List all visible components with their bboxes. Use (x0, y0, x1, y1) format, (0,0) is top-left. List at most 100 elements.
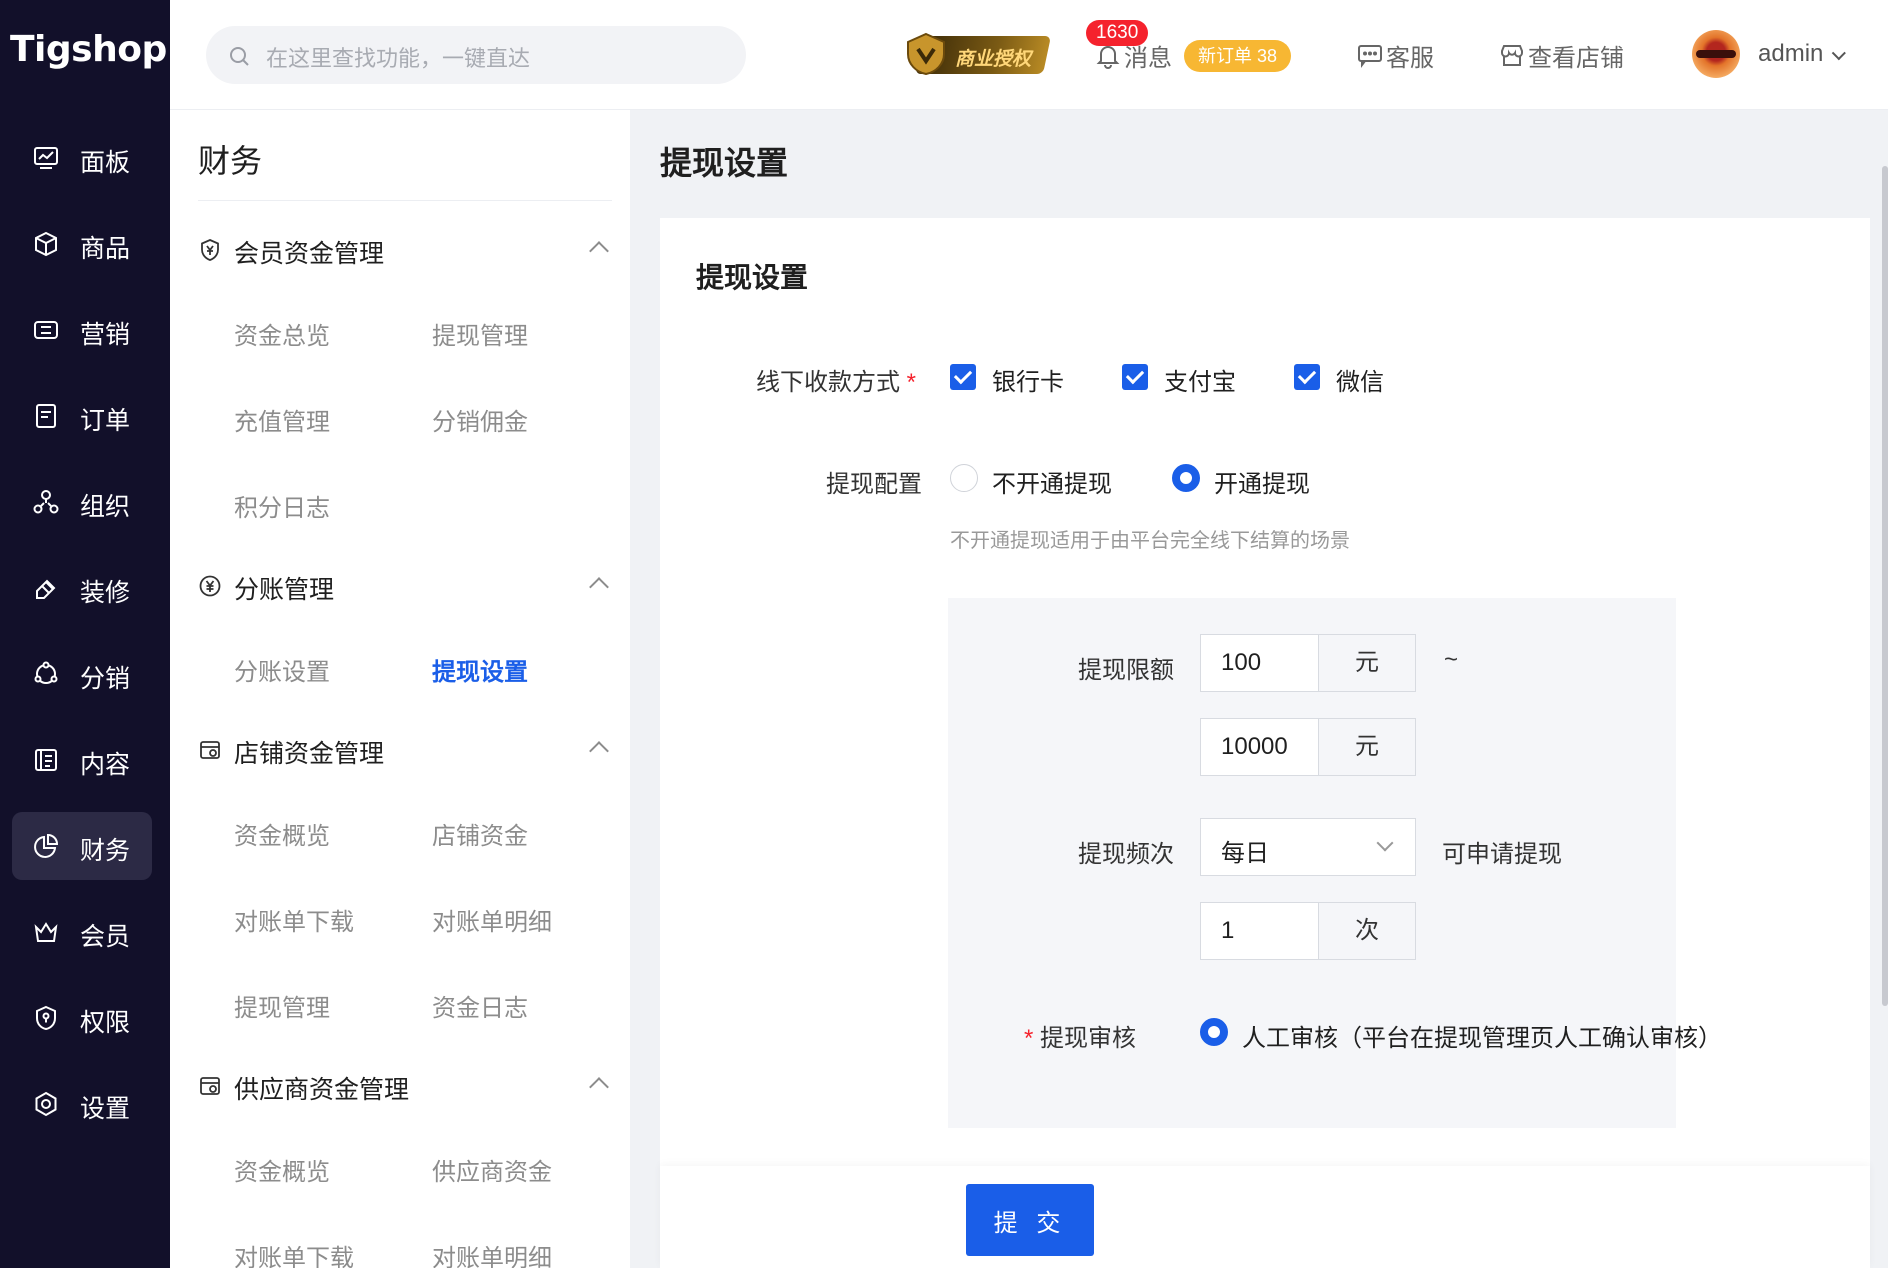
nav-item-distribution[interactable]: 分销 (12, 640, 152, 708)
submenu-item-active[interactable]: 提现设置 (432, 652, 528, 687)
submenu-item[interactable]: 提现管理 (234, 988, 330, 1023)
user-menu[interactable]: admin (1758, 40, 1847, 68)
nav-item-decoration[interactable]: 装修 (12, 554, 152, 622)
permission-shield-icon (32, 1004, 60, 1032)
form-footer: 提 交 (660, 1166, 1870, 1268)
avatar[interactable] (1692, 30, 1740, 78)
yuan-circle-icon (198, 574, 222, 598)
nav-item-dashboard[interactable]: 面板 (12, 124, 152, 192)
top-header: 在这里查找功能，一键直达 商业授权 消息 1630 新订单 38 客服 查看店铺… (170, 0, 1888, 110)
submenu-item[interactable]: 资金总览 (234, 316, 330, 351)
nav-label: 内容 (80, 751, 131, 779)
frequency-times-value[interactable]: 1 (1201, 903, 1319, 959)
enable-withdraw-radio[interactable] (1172, 464, 1200, 492)
submenu-item[interactable]: 对账单下载 (234, 902, 354, 937)
nav-item-products[interactable]: 商品 (12, 210, 152, 278)
group-supplier-funds[interactable]: 供应商资金管理 (198, 1066, 612, 1106)
submenu-item[interactable]: 店铺资金 (432, 816, 528, 851)
submenu-item[interactable]: 分销佣金 (432, 402, 528, 437)
limit-max-input[interactable]: 10000 元 (1200, 718, 1416, 776)
submenu-item[interactable]: 供应商资金 (432, 1152, 552, 1187)
submenu-item[interactable]: 积分日志 (234, 488, 330, 523)
nav-label: 分销 (80, 665, 131, 693)
manual-review-radio[interactable] (1200, 1018, 1228, 1046)
disable-withdraw-radio[interactable] (950, 464, 978, 492)
submenu-item[interactable]: 资金概览 (234, 816, 330, 851)
submenu-item[interactable]: 充值管理 (234, 402, 330, 437)
nav-label: 权限 (80, 1009, 131, 1037)
settings-icon (32, 1090, 60, 1118)
dashboard-icon (32, 144, 60, 172)
alipay-option[interactable]: 支付宝 (1164, 362, 1236, 397)
submit-button[interactable]: 提 交 (966, 1184, 1094, 1256)
limit-min-unit: 元 (1319, 635, 1415, 691)
wechat-checkbox[interactable] (1294, 364, 1320, 390)
limit-max-value[interactable]: 10000 (1201, 719, 1319, 775)
nav-item-content[interactable]: 内容 (12, 726, 152, 794)
nav-label: 营销 (80, 321, 131, 349)
bank-card-checkbox[interactable] (950, 364, 976, 390)
manual-review-option[interactable]: 人工审核（平台在提现管理页人工确认审核） (1242, 1018, 1722, 1053)
nav-item-finance[interactable]: 财务 (12, 812, 152, 880)
nav-item-settings[interactable]: 设置 (12, 1070, 152, 1138)
group-split-account[interactable]: 分账管理 (198, 566, 612, 606)
enable-withdraw-option[interactable]: 开通提现 (1214, 464, 1310, 499)
offline-methods-label: 线下收款方式 * (756, 369, 917, 396)
group-store-funds[interactable]: 店铺资金管理 (198, 730, 612, 770)
chat-icon (1358, 45, 1382, 68)
distribution-icon (32, 660, 60, 688)
marketing-icon (32, 316, 60, 344)
nav-item-marketing[interactable]: 营销 (12, 296, 152, 364)
page-scrollbar[interactable] (1882, 166, 1888, 1006)
username: admin (1758, 40, 1824, 67)
limit-max-unit: 元 (1319, 719, 1415, 775)
group-label: 供应商资金管理 (234, 1076, 410, 1104)
nav-label: 组织 (80, 493, 131, 521)
content-icon (32, 746, 60, 774)
customer-service-link[interactable]: 客服 (1356, 38, 1434, 72)
limit-label: 提现限额 (1078, 657, 1174, 684)
supplier-funds-icon (198, 1074, 222, 1098)
nav-item-organization[interactable]: 组织 (12, 468, 152, 536)
submenu-item[interactable]: 提现管理 (432, 316, 528, 351)
nav-label: 订单 (80, 407, 131, 435)
search-input[interactable] (206, 26, 746, 84)
finance-submenu: 财务 会员资金管理 资金总览 提现管理 充值管理 分销佣金 积分日志 分账管理 … (170, 110, 630, 1268)
submenu-item[interactable]: 对账单明细 (432, 1238, 552, 1268)
limit-separator: ~ (1444, 646, 1459, 673)
nav-label: 财务 (80, 837, 131, 865)
group-member-funds[interactable]: 会员资金管理 (198, 230, 612, 270)
limit-min-input[interactable]: 100 元 (1200, 634, 1416, 692)
submenu-item[interactable]: 对账单下载 (234, 1238, 354, 1268)
disable-withdraw-option[interactable]: 不开通提现 (992, 464, 1112, 499)
frequency-times-input[interactable]: 1 次 (1200, 902, 1416, 960)
frequency-period-select[interactable]: 每日 (1200, 818, 1416, 876)
search-box[interactable]: 在这里查找功能，一键直达 (206, 26, 746, 84)
bank-card-option[interactable]: 银行卡 (992, 362, 1064, 397)
review-label: * 提现审核 (1024, 1025, 1137, 1052)
group-label: 店铺资金管理 (234, 740, 385, 768)
member-crown-icon (32, 918, 60, 946)
nav-item-orders[interactable]: 订单 (12, 382, 152, 450)
submenu-item[interactable]: 资金日志 (432, 988, 528, 1023)
limit-min-value[interactable]: 100 (1201, 635, 1319, 691)
view-store-link[interactable]: 查看店铺 (1498, 38, 1624, 72)
store-funds-icon (198, 738, 222, 762)
nav-label: 会员 (80, 923, 131, 951)
commercial-license-badge[interactable]: 商业授权 (905, 30, 1052, 78)
chevron-up-icon (589, 577, 609, 597)
new-order-badge[interactable]: 新订单 38 (1184, 40, 1292, 72)
alipay-checkbox[interactable] (1122, 364, 1148, 390)
submenu-item[interactable]: 资金概览 (234, 1152, 330, 1187)
submenu-item[interactable]: 对账单明细 (432, 902, 552, 937)
withdraw-detail-panel: 提现限额 100 元 ~ 10000 元 提现频次 每日 可申请提现 1 次 *… (948, 598, 1722, 1128)
store-icon (1501, 45, 1523, 66)
submenu-item[interactable]: 分账设置 (234, 652, 330, 687)
nav-item-members[interactable]: 会员 (12, 898, 152, 966)
tigshop-logo[interactable]: Tigshop (10, 28, 167, 78)
view-store-label: 查看店铺 (1528, 44, 1624, 72)
wechat-option[interactable]: 微信 (1336, 362, 1384, 397)
nav-label: 设置 (80, 1095, 131, 1123)
message-count-badge: 1630 (1086, 20, 1149, 46)
nav-item-permissions[interactable]: 权限 (12, 984, 152, 1052)
